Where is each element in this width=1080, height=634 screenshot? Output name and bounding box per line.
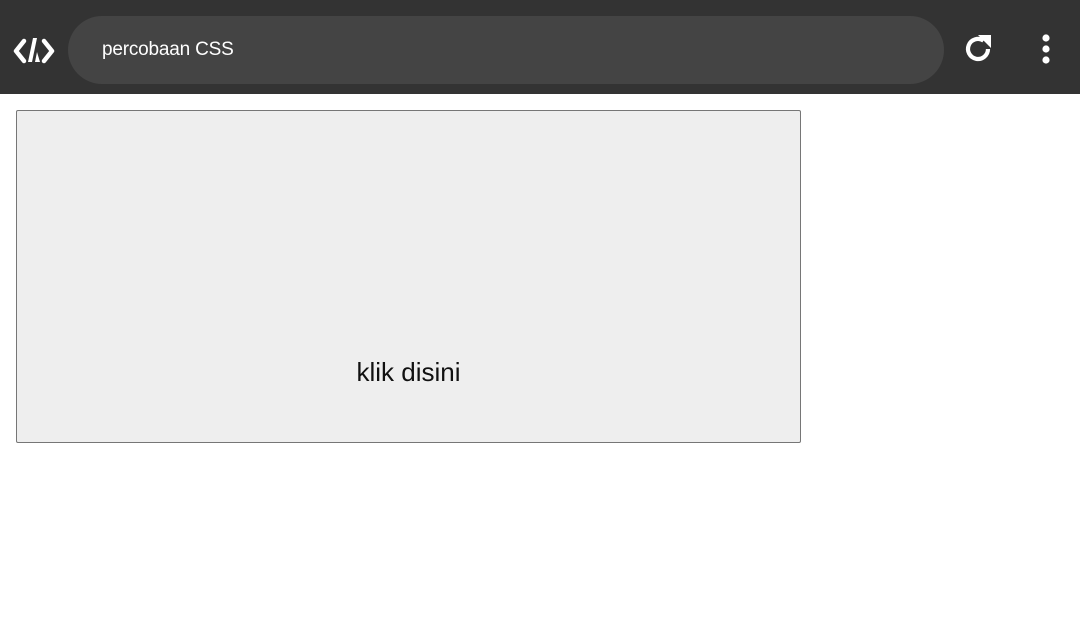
browser-toolbar: percobaan CSS: [0, 0, 1080, 94]
code-brackets-logo-icon[interactable]: [12, 32, 56, 70]
klik-disini-label: klik disini: [356, 357, 461, 387]
reload-button[interactable]: [958, 32, 998, 70]
more-vert-icon: [1040, 33, 1052, 70]
address-bar-text: percobaan CSS: [102, 39, 234, 60]
reload-icon: [961, 32, 995, 71]
klik-disini-button[interactable]: klik disini: [16, 110, 801, 443]
overflow-menu-button[interactable]: [1026, 30, 1066, 72]
page-content: klik disini: [0, 94, 1080, 634]
address-bar[interactable]: percobaan CSS: [68, 16, 944, 84]
